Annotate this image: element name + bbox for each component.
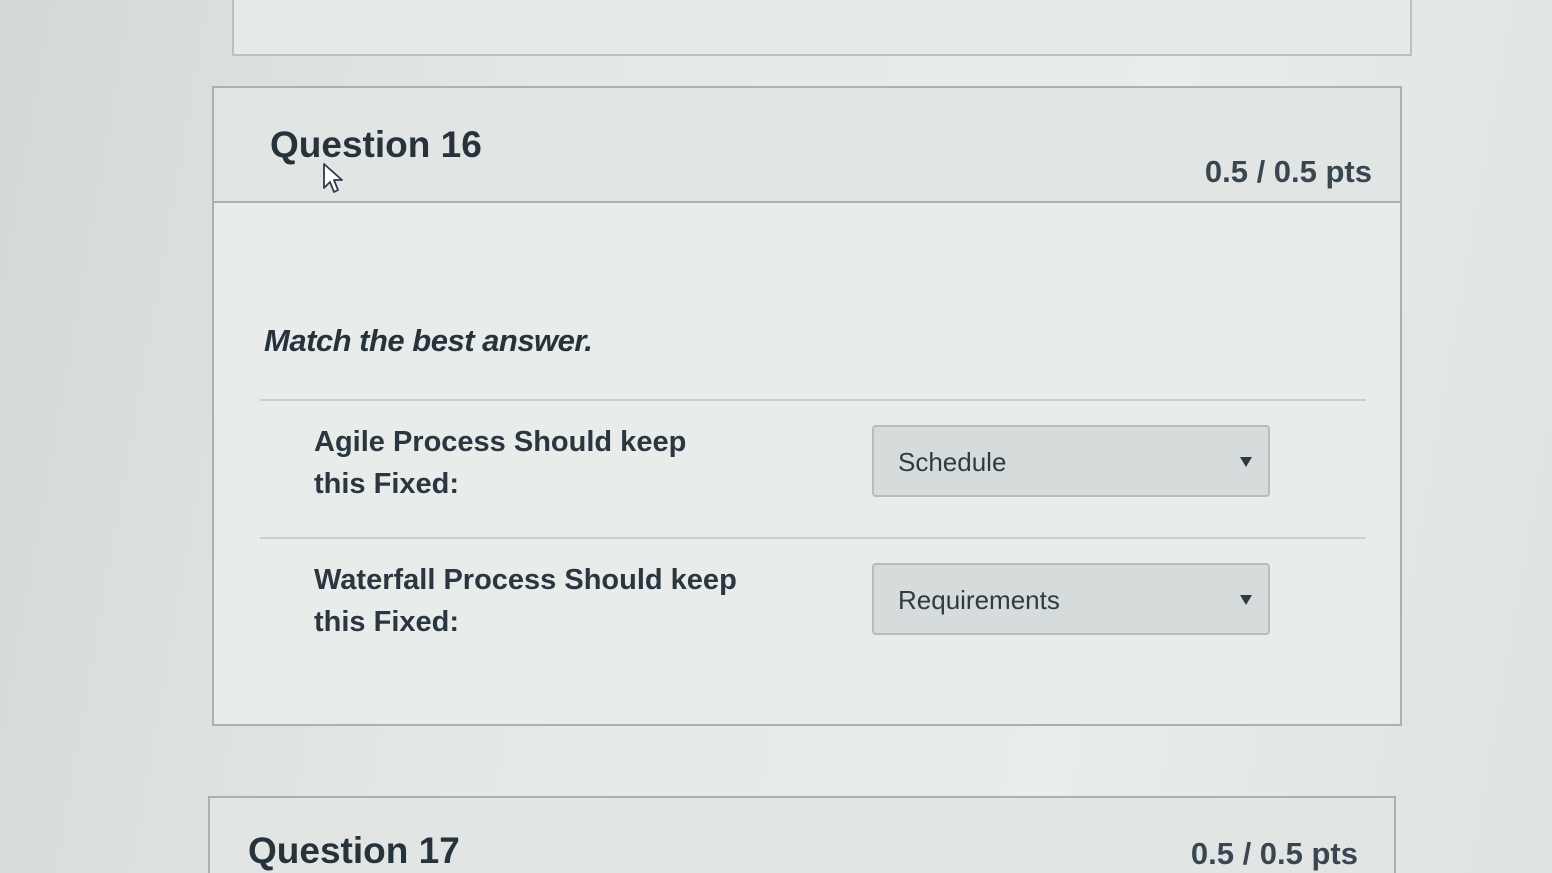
question-title: Question 17: [248, 830, 460, 871]
quiz-results-page: Question 16 0.5 / 0.5 pts Match the best…: [0, 0, 1552, 873]
match-label: Agile Process Should keep this Fixed:: [314, 426, 687, 500]
question-body: Match the best answer. Agile Process Sho…: [214, 203, 1400, 728]
caret-down-icon: [1240, 595, 1252, 605]
mouse-pointer-icon: [323, 163, 343, 193]
question-prompt: Match the best answer.: [264, 323, 593, 358]
question-card-17: Question 17 0.5 / 0.5 pts: [208, 796, 1396, 873]
row-divider: [260, 537, 1366, 539]
question-points: 0.5 / 0.5 pts: [1204, 154, 1372, 189]
row-divider: [260, 399, 1366, 401]
answer-select[interactable]: Schedule: [872, 425, 1270, 497]
match-row: Agile Process Should keep this Fixed: Sc…: [314, 421, 1354, 531]
caret-down-icon: [1240, 457, 1252, 467]
select-value: Requirements: [898, 585, 1060, 615]
match-row: Waterfall Process Should keep this Fixed…: [314, 559, 1354, 669]
question-title: Question 16: [270, 124, 482, 165]
match-label: Waterfall Process Should keep this Fixed…: [314, 564, 737, 638]
answer-select[interactable]: Requirements: [872, 563, 1270, 635]
select-value: Schedule: [898, 447, 1007, 477]
question-card-16: Question 16 0.5 / 0.5 pts Match the best…: [212, 86, 1402, 726]
question-header: Question 16 0.5 / 0.5 pts: [214, 88, 1400, 203]
question-points: 0.5 / 0.5 pts: [1190, 836, 1358, 871]
previous-question-card: [232, 0, 1412, 56]
question-header: Question 17 0.5 / 0.5 pts: [210, 798, 1394, 873]
